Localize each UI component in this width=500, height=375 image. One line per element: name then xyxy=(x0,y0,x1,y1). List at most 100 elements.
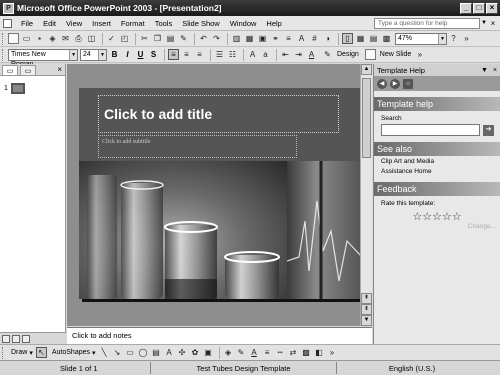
change-rating-link[interactable]: Change... xyxy=(374,223,500,230)
arrow-style-icon[interactable]: ⇄ xyxy=(288,347,299,358)
search-go-icon[interactable]: ➔ xyxy=(483,124,494,136)
next-slide-icon[interactable]: ⇟ xyxy=(361,304,372,315)
minimize-button[interactable]: _ xyxy=(460,2,472,14)
bold-button[interactable]: B xyxy=(109,50,120,59)
help-search-input[interactable]: Type a question for help xyxy=(374,17,480,29)
underline-button[interactable]: U xyxy=(135,50,146,59)
increase-indent-icon[interactable]: ⇥ xyxy=(293,49,304,60)
outline-tab[interactable]: ▭ xyxy=(20,65,36,75)
wordart-icon[interactable]: A xyxy=(164,347,175,358)
new-icon[interactable] xyxy=(8,33,19,44)
email-icon[interactable]: ✉ xyxy=(60,33,71,44)
scroll-down-icon[interactable]: ▼ xyxy=(361,315,372,326)
toolbar-grip[interactable] xyxy=(2,48,5,61)
toolbar-options-icon[interactable]: » xyxy=(461,33,472,44)
help-dropdown-icon[interactable]: ▼ xyxy=(480,18,488,29)
align-left-icon[interactable]: ≡ xyxy=(168,49,179,60)
clip-art-icon[interactable]: ✿ xyxy=(190,347,201,358)
title-placeholder[interactable]: Click to add title xyxy=(98,95,339,133)
permission-icon[interactable]: ◈ xyxy=(47,33,58,44)
task-pane-close-icon[interactable]: × xyxy=(493,67,497,74)
format-painter-icon[interactable]: ✎ xyxy=(178,33,189,44)
task-pane-menu-icon[interactable]: ▼ xyxy=(481,67,488,74)
menu-help[interactable]: Help xyxy=(261,19,286,28)
toolbar-options-icon[interactable]: » xyxy=(414,49,425,60)
color-grayscale-icon[interactable]: ◑ xyxy=(322,33,333,44)
menu-tools[interactable]: Tools xyxy=(150,19,178,28)
paste-icon[interactable]: ▤ xyxy=(165,33,176,44)
scroll-up-icon[interactable]: ▲ xyxy=(361,64,372,75)
font-name-select[interactable]: Times New Roman ▼ xyxy=(8,48,78,68)
print-icon[interactable]: ⎙ xyxy=(73,33,84,44)
powerpoint-app-icon[interactable]: P xyxy=(3,2,14,14)
menu-window[interactable]: Window xyxy=(225,19,262,28)
close-document-icon[interactable]: × xyxy=(488,19,498,28)
increase-font-icon[interactable]: A xyxy=(247,49,258,60)
menu-insert[interactable]: Insert xyxy=(87,19,116,28)
tables-borders-icon[interactable]: ▣ xyxy=(257,33,268,44)
vertical-scrollbar[interactable]: ▲ ⇞ ⇟ ▼ xyxy=(360,64,372,326)
normal-view-icon[interactable]: ▯ xyxy=(342,33,353,44)
show-formatting-icon[interactable]: A xyxy=(296,33,307,44)
shadow-button[interactable]: S xyxy=(148,50,159,59)
zoom-select[interactable]: 47% ▼ xyxy=(395,32,447,45)
forward-icon[interactable]: ▶ xyxy=(390,79,400,89)
notes-pane[interactable]: Click to add notes xyxy=(67,327,372,344)
subtitle-placeholder[interactable]: Click to add subtitle xyxy=(98,135,297,158)
maximize-button[interactable]: □ xyxy=(473,2,485,14)
menu-edit[interactable]: Edit xyxy=(38,19,61,28)
normal-view-button[interactable] xyxy=(2,334,10,343)
numbering-icon[interactable]: ☰ xyxy=(214,49,225,60)
save-icon[interactable]: ▪ xyxy=(34,33,45,44)
rating-stars[interactable]: ☆☆☆☆☆ xyxy=(374,209,500,223)
close-button[interactable]: × xyxy=(486,2,498,14)
slide-show-button[interactable] xyxy=(22,334,30,343)
menu-slide-show[interactable]: Slide Show xyxy=(177,19,225,28)
line-icon[interactable]: ╲ xyxy=(99,347,110,358)
center-icon[interactable]: ≡ xyxy=(181,49,192,60)
line-style-icon[interactable]: ≡ xyxy=(262,347,273,358)
open-icon[interactable]: ▭ xyxy=(21,33,32,44)
3d-style-icon[interactable]: ◧ xyxy=(314,347,325,358)
decrease-font-icon[interactable]: a xyxy=(260,49,271,60)
font-name-dropdown-icon[interactable]: ▼ xyxy=(69,49,77,60)
expand-all-icon[interactable]: ≡ xyxy=(283,33,294,44)
dash-style-icon[interactable]: ┅ xyxy=(275,347,286,358)
align-right-icon[interactable]: ≡ xyxy=(194,49,205,60)
insert-chart-icon[interactable]: ▥ xyxy=(231,33,242,44)
toolbar-grip[interactable] xyxy=(2,346,5,359)
font-size-select[interactable]: 24 ▼ xyxy=(80,48,107,61)
italic-button[interactable]: I xyxy=(122,50,133,59)
research-icon[interactable]: ◰ xyxy=(119,33,130,44)
back-icon[interactable]: ◀ xyxy=(377,79,387,89)
close-pane-icon[interactable]: × xyxy=(57,65,62,75)
autoshapes-menu[interactable]: AutoShapes ▾ xyxy=(49,349,99,357)
print-preview-icon[interactable]: ◫ xyxy=(86,33,97,44)
menu-format[interactable]: Format xyxy=(116,19,150,28)
decrease-indent-icon[interactable]: ⇤ xyxy=(280,49,291,60)
font-size-dropdown-icon[interactable]: ▼ xyxy=(98,49,106,60)
slides-tab[interactable]: ▭ xyxy=(2,65,18,75)
show-grid-icon[interactable]: # xyxy=(309,33,320,44)
menu-view[interactable]: View xyxy=(61,19,87,28)
insert-table-icon[interactable]: ▦ xyxy=(244,33,255,44)
assistance-home-link[interactable]: Assistance Home xyxy=(374,166,500,176)
undo-icon[interactable]: ↶ xyxy=(198,33,209,44)
copy-icon[interactable]: ❐ xyxy=(152,33,163,44)
help-icon[interactable]: ? xyxy=(448,33,459,44)
oval-icon[interactable]: ◯ xyxy=(138,347,149,358)
menu-file[interactable]: File xyxy=(16,19,38,28)
insert-hyperlink-icon[interactable]: ⚭ xyxy=(270,33,281,44)
diagram-icon[interactable]: ✣ xyxy=(177,347,188,358)
line-color-icon[interactable]: ✎ xyxy=(236,347,247,358)
redo-icon[interactable]: ↷ xyxy=(211,33,222,44)
previous-slide-icon[interactable]: ⇞ xyxy=(361,293,372,304)
draw-menu[interactable]: Draw ▾ xyxy=(8,349,36,357)
clip-art-link[interactable]: Clip Art and Media xyxy=(374,156,500,166)
font-color-draw-icon[interactable]: A xyxy=(249,347,260,358)
slide-sorter-button[interactable] xyxy=(12,334,20,343)
design-button[interactable]: ✎ Design xyxy=(319,49,362,60)
document-icon[interactable] xyxy=(3,18,12,28)
grid-view-icon[interactable]: ▩ xyxy=(381,33,392,44)
slide-1[interactable]: Click to add title Click to add subtitle xyxy=(79,88,361,299)
